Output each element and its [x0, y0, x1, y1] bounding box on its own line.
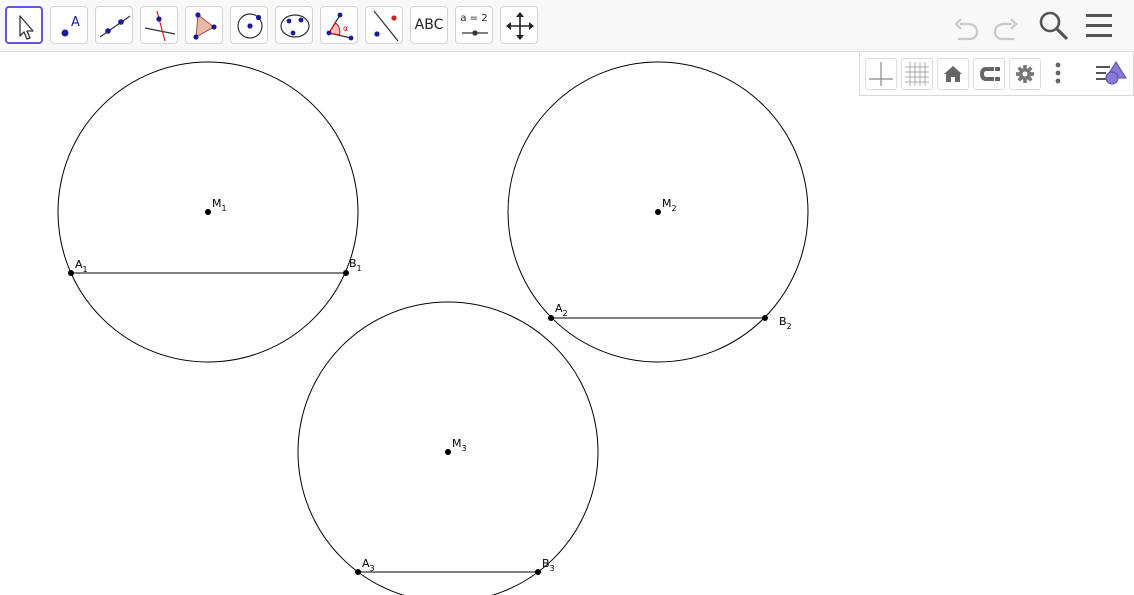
undo-icon[interactable] — [950, 8, 986, 44]
point-icon: A — [61, 15, 80, 37]
graphics-view[interactable]: M1 A1 B1 M2 A2 B2 M3 A3 B3 — [0, 53, 1134, 595]
point-b1[interactable] — [343, 270, 349, 276]
move-graphics-view-icon — [506, 12, 534, 40]
point-m2[interactable] — [655, 209, 661, 215]
label-a1: A1 — [75, 258, 88, 274]
move-tool-button[interactable] — [5, 6, 43, 44]
point-tool-button[interactable]: A — [50, 6, 88, 44]
angle-tool-button[interactable]: α — [320, 6, 358, 44]
angle-icon: α — [326, 12, 354, 41]
perpendicular-line-tool-button[interactable] — [140, 6, 178, 44]
label-m3: M3 — [452, 437, 467, 453]
line-through-points-icon — [99, 15, 131, 38]
slider-icon — [462, 30, 488, 36]
ellipse-icon — [280, 14, 310, 38]
search-icon[interactable] — [1036, 8, 1072, 44]
circle-c3[interactable] — [297, 301, 599, 595]
point-a1[interactable] — [68, 270, 74, 276]
text-tool-button[interactable]: ABC — [410, 6, 448, 44]
svg-text:α: α — [343, 24, 348, 33]
line-tool-button[interactable] — [95, 6, 133, 44]
toolbar: A α ABC a = 2 — [0, 0, 1134, 52]
point-a3[interactable] — [355, 569, 361, 575]
point-a2[interactable] — [548, 315, 554, 321]
move-arrow-icon — [19, 15, 34, 40]
point-b2[interactable] — [762, 315, 768, 321]
polygon-icon — [193, 12, 217, 40]
point-b3[interactable] — [535, 569, 541, 575]
perpendicular-line-icon — [144, 10, 176, 42]
move-graphics-view-tool-button[interactable] — [500, 6, 538, 44]
reflect-tool-button[interactable] — [365, 6, 403, 44]
circle-2-group: M2 A2 B2 — [507, 61, 809, 363]
polygon-tool-button[interactable] — [185, 6, 223, 44]
reflect-about-line-icon — [373, 10, 399, 42]
redo-icon[interactable] — [986, 8, 1022, 44]
circle-3-group: M3 A3 B3 — [297, 301, 599, 595]
label-a3: A3 — [362, 557, 375, 573]
svg-text:A: A — [71, 15, 80, 30]
conic-tool-button[interactable] — [275, 6, 313, 44]
menu-icon[interactable] — [1082, 8, 1118, 44]
circle-tool-button[interactable] — [230, 6, 268, 44]
slider-tool-button[interactable]: a = 2 — [455, 6, 493, 44]
label-m2: M2 — [662, 197, 677, 213]
label-a2: A2 — [555, 302, 568, 318]
point-m1[interactable] — [205, 209, 211, 215]
label-b1: B1 — [349, 257, 362, 273]
text-icon: ABC — [414, 17, 444, 33]
point-m3[interactable] — [445, 449, 451, 455]
label-m1: M1 — [212, 197, 227, 213]
circle-center-point-icon — [237, 13, 263, 39]
label-b2: B2 — [779, 315, 792, 331]
circle-1-group: M1 A1 B1 — [57, 61, 362, 363]
